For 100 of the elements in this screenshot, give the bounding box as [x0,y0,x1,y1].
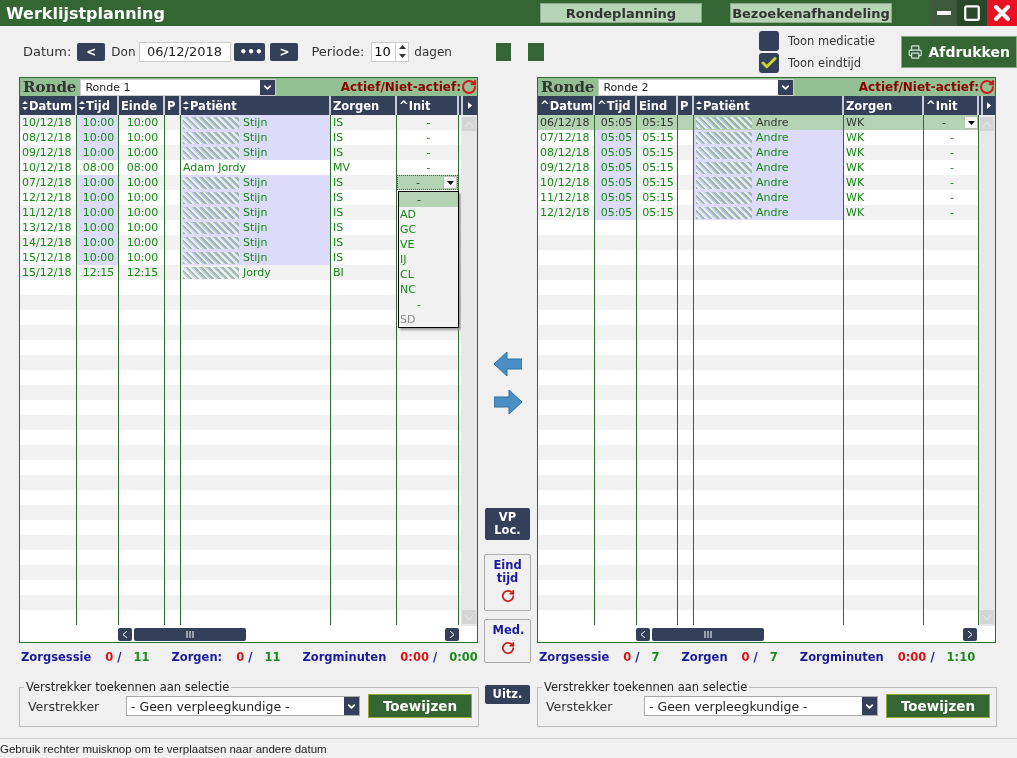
triangle-right-icon [987,102,991,109]
nav-tab[interactable]: Bezoekenafhandeling [730,3,892,23]
dropdown-option[interactable]: VE [399,237,458,252]
redacted-text [696,116,752,129]
table-cell: 10:00 [77,220,119,235]
stat-total: 11 [133,649,150,664]
sort-icon [183,101,189,110]
stat-total: 11 [264,649,281,664]
assign-button[interactable]: Toewijzen [368,694,472,718]
previous-button[interactable]: < [77,42,106,61]
table-cell: 10:00 [77,175,119,190]
redacted-text [696,146,752,159]
redacted-text [183,176,239,189]
checkbox[interactable] [758,30,779,51]
stat-separator: / [248,649,253,664]
dropdown-option[interactable]: - [399,297,458,312]
spin-buttons[interactable] [395,41,410,62]
caret-up-icon [398,45,406,49]
period-label: Periode: [311,44,365,59]
stat-label: Zorgen: [171,649,223,664]
maximize-icon [963,4,981,22]
stat-value: 0 [623,649,632,664]
date-label: Datum: [23,44,72,59]
side-button[interactable]: VP Loc. [485,508,530,540]
redacted-text [696,131,752,144]
dropdown-option[interactable]: - [399,192,458,207]
stat-value: 0:00 [400,649,429,664]
close-button[interactable] [987,0,1017,26]
ronde-select[interactable]: Ronde 2 [598,78,795,96]
panel-title: Ronde [540,78,596,96]
status-bar: Gebruik rechter muisknop om te verplaatsen naar andere datum [0,738,1017,758]
table-cell: Andre [694,145,844,160]
more-button[interactable]: ••• [233,42,266,61]
stat-total: 7 [769,649,778,664]
side-button[interactable]: Uitz. [485,685,530,704]
stat-label: Zorgminuten [799,649,884,664]
triangle-right-icon [468,102,472,109]
scroll-left-button[interactable] [636,627,650,641]
scroll-thumb[interactable] [134,627,246,641]
nav-tab[interactable]: Rondeplanning [540,3,702,23]
checkbox-label: Toon medicatie [787,33,875,48]
table-cell: 10:00 [77,145,119,160]
table-cell: 10:00 [77,190,119,205]
scroll-right-button[interactable] [963,627,977,641]
dropdown-option[interactable]: IJ [399,252,458,267]
stat-label: Zorgsessie [539,649,610,664]
stat-label: Zorgsessie [21,649,92,664]
maximize-button[interactable] [957,0,987,26]
checkbox-label: Toon eindtijd [787,55,862,70]
table-cell: 05:05 [595,160,637,175]
stat-total: 0:00 [449,649,478,664]
table-cell: 10:00 [77,205,119,220]
table-cell: Stijn [181,175,331,190]
side-button[interactable]: Med. [484,619,531,663]
redacted-text [183,236,239,249]
left-arrow-icon[interactable] [493,352,522,376]
active-label: Actief/Niet-actief: [858,80,979,94]
redacted-text [696,161,752,174]
refresh-icon [500,589,515,603]
period-field[interactable]: 10 [371,41,396,62]
table-cell: Andre [694,160,844,175]
date-field[interactable]: 06/12/2018 [138,41,231,62]
table-cell: Andre [694,205,844,220]
scroll-thumb[interactable] [652,627,764,641]
assign-button[interactable]: Toewijzen [886,694,990,718]
field-label: Verstekker [546,698,614,714]
indicator-swatch [495,42,512,61]
redacted-text [183,221,239,234]
nurse-select[interactable]: - Geen verpleegkundige - [644,696,878,716]
scroll-right-button[interactable] [445,627,459,641]
refresh-icon [461,79,477,95]
sort-icon [696,101,702,110]
field-label: Verstrekker [28,698,101,714]
stat-separator: / [117,649,122,664]
stat-separator: / [635,649,640,664]
day-label: Don [111,44,136,59]
table-cell: 05:05 [595,130,637,145]
redacted-text [183,116,239,129]
ronde-select[interactable]: Ronde 1 [80,78,277,96]
dropdown-option[interactable]: GC [399,222,458,237]
side-button[interactable]: Eind tijd [484,554,531,611]
indicator-swatch [528,42,544,61]
nurse-select[interactable]: - Geen verpleegkundige - [126,696,360,716]
stat-value: 0 [236,649,245,664]
table-cell: Andre [694,175,844,190]
next-button[interactable]: > [270,42,299,61]
dropdown-option[interactable]: CL [399,267,458,282]
checkbox[interactable] [758,52,779,73]
chevron-left-icon [123,630,127,638]
minimize-button[interactable] [930,0,957,26]
table-cell: 10:00 [77,235,119,250]
period-unit: dagen [414,44,452,59]
table-cell: Stijn [181,130,331,145]
table-cell: 05:05 [595,145,637,160]
table-cell: 10:00 [77,250,119,265]
dropdown-option[interactable]: AD [399,207,458,222]
scroll-left-button[interactable] [118,627,132,641]
dropdown-option[interactable]: NC [399,282,458,297]
print-button[interactable]: Afdrukken [901,35,1017,68]
right-arrow-icon[interactable] [493,390,522,414]
